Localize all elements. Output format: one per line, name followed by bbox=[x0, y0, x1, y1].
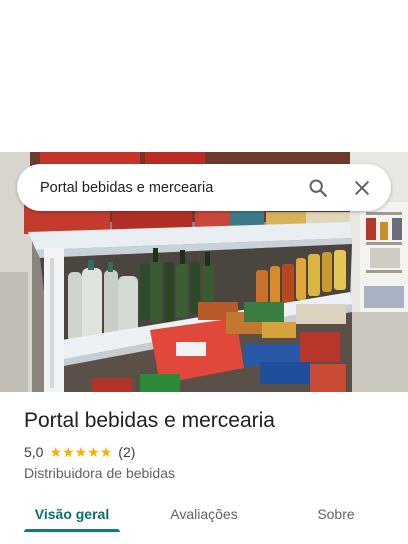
star-icon: ★ bbox=[87, 444, 100, 460]
tab-overview[interactable]: Visão geral bbox=[24, 496, 120, 532]
close-icon[interactable] bbox=[345, 171, 379, 205]
tab-label: Avaliações bbox=[170, 506, 238, 522]
place-title: Portal bebidas e mercearia bbox=[24, 409, 275, 432]
search-input[interactable]: Portal bebidas e mercearia bbox=[40, 180, 291, 196]
place-category[interactable]: Distribuidora de bebidas bbox=[24, 465, 175, 481]
rating-row[interactable]: 5,0 ★ ★ ★ ★ ★ (2) bbox=[24, 444, 135, 460]
rating-value: 5,0 bbox=[24, 444, 44, 460]
star-icon: ★ bbox=[62, 444, 75, 460]
tab-bar: Visão geral Avaliações Sobre bbox=[0, 496, 408, 536]
review-count[interactable]: (2) bbox=[118, 444, 135, 460]
tab-reviews[interactable]: Avaliações bbox=[158, 496, 250, 532]
star-icon: ★ bbox=[49, 444, 63, 460]
search-bar[interactable]: Portal bebidas e mercearia bbox=[17, 164, 391, 211]
tab-about[interactable]: Sobre bbox=[300, 496, 372, 532]
tab-label: Sobre bbox=[317, 506, 355, 522]
star-icon: ★ bbox=[99, 444, 113, 460]
tab-label: Visão geral bbox=[34, 506, 110, 522]
active-tab-indicator bbox=[24, 529, 120, 532]
search-icon[interactable] bbox=[301, 171, 335, 205]
star-icon: ★ bbox=[74, 444, 88, 460]
rating-stars: ★ ★ ★ ★ ★ bbox=[49, 445, 112, 459]
